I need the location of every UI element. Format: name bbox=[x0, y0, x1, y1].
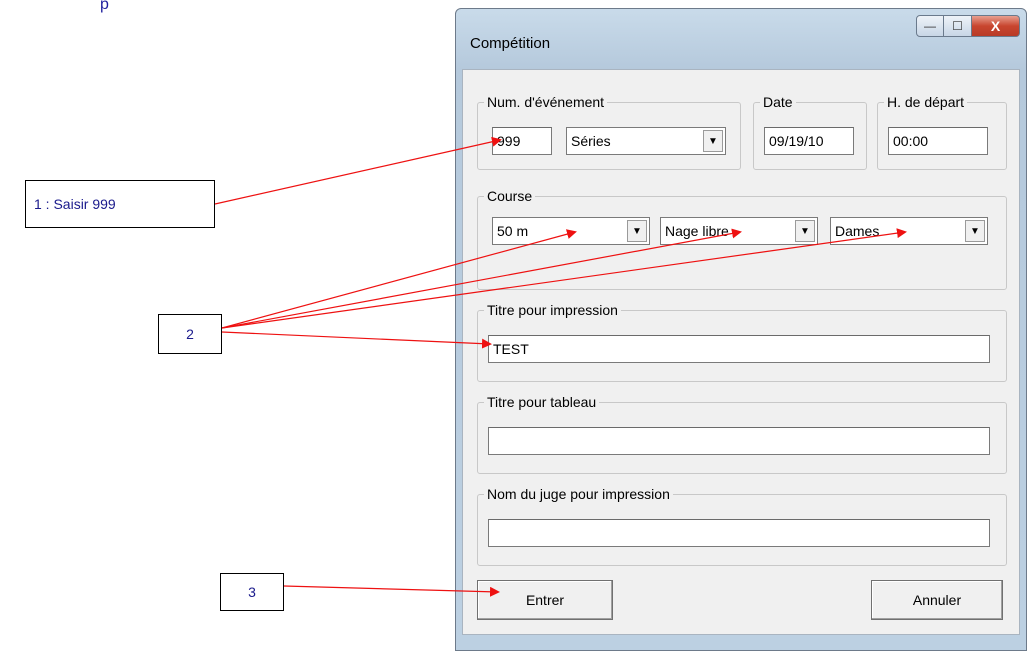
arrow-step-2-distance bbox=[221, 229, 577, 329]
arrow-step-1 bbox=[214, 136, 502, 205]
arrow-step-3 bbox=[283, 585, 500, 597]
arrow-step-2-stroke bbox=[221, 228, 742, 329]
annotation-arrows bbox=[214, 136, 907, 597]
arrow-step-2-gender bbox=[221, 228, 907, 329]
arrow-step-2-title bbox=[221, 331, 492, 349]
